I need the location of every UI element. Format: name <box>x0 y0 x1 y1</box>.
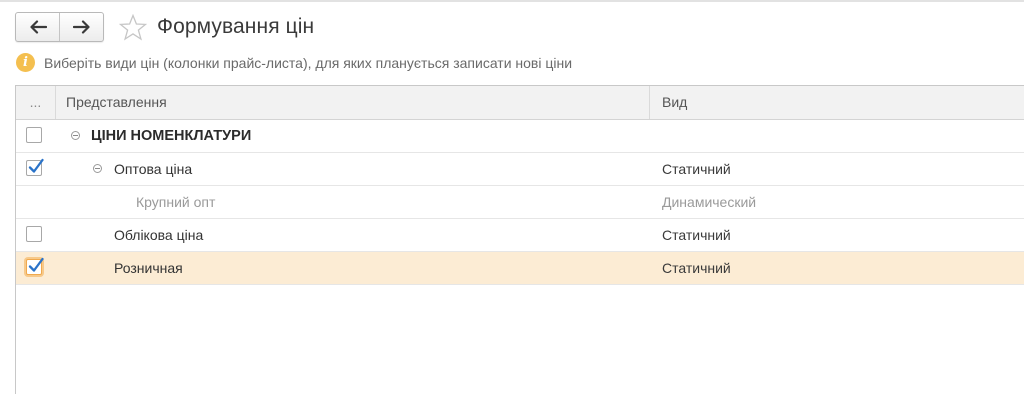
arrow-left-icon <box>29 20 47 34</box>
row-checkbox[interactable] <box>26 257 44 275</box>
window-top-border <box>0 0 1024 2</box>
row-label: Облікова ціна <box>114 227 204 243</box>
row-label: Оптова ціна <box>114 161 193 177</box>
arrow-right-icon <box>72 20 90 34</box>
collapse-icon[interactable] <box>71 131 80 140</box>
favorite-star-icon[interactable] <box>118 12 148 42</box>
navigation-buttons <box>15 12 104 42</box>
row-check-cell <box>16 252 55 284</box>
row-check-cell <box>16 186 55 218</box>
checkmark-icon <box>28 257 44 272</box>
page-title: Формування цін <box>157 15 315 38</box>
row-presentation-cell: ЦІНИ НОМЕНКЛАТУРИ <box>56 120 650 152</box>
row-type-cell: Динамический <box>662 194 757 210</box>
forward-button[interactable] <box>59 13 103 41</box>
row-presentation-cell: Крупний опт <box>56 186 650 218</box>
row-checkbox[interactable] <box>26 127 42 143</box>
back-button[interactable] <box>16 13 59 41</box>
table-row[interactable]: Облікова ціна Статичний <box>16 219 1024 252</box>
row-type-cell: Статичний <box>662 260 731 276</box>
table-row[interactable]: ЦІНИ НОМЕНКЛАТУРИ <box>16 120 1024 153</box>
row-type-cell: Статичний <box>662 161 731 177</box>
row-check-cell <box>16 120 55 152</box>
row-check-cell <box>16 153 55 185</box>
row-check-cell <box>16 219 55 251</box>
row-label: ЦІНИ НОМЕНКЛАТУРИ <box>91 128 252 144</box>
checkmark-icon <box>28 158 44 173</box>
table-row[interactable]: Крупний опт Динамический <box>16 186 1024 219</box>
row-presentation-cell: Розничная <box>56 252 650 284</box>
row-checkbox[interactable] <box>26 226 42 242</box>
row-checkbox[interactable] <box>26 158 44 176</box>
table-row-selected[interactable]: Розничная Статичний <box>16 252 1024 285</box>
column-header-type[interactable]: Вид <box>652 86 1024 119</box>
collapse-icon[interactable] <box>93 164 102 173</box>
table-header: ... Представлення Вид <box>16 86 1024 120</box>
hint-text: Виберіть види цін (колонки прайс-листа),… <box>44 54 573 71</box>
info-icon: i <box>16 53 35 72</box>
hint-message: i Виберіть види цін (колонки прайс-листа… <box>16 53 572 72</box>
row-presentation-cell: Облікова ціна <box>56 219 650 251</box>
row-type-cell: Статичний <box>662 227 731 243</box>
row-presentation-cell: Оптова ціна <box>56 153 650 185</box>
row-type-cell <box>662 120 1022 152</box>
row-label: Крупний опт <box>136 194 216 210</box>
table-row[interactable]: Оптова ціна Статичний <box>16 153 1024 186</box>
row-label: Розничная <box>114 260 183 276</box>
column-header-check[interactable]: ... <box>16 86 56 119</box>
form-header: Формування цін <box>15 11 314 43</box>
column-header-presentation[interactable]: Представлення <box>56 86 650 119</box>
price-types-table: ... Представлення Вид ЦІНИ НОМЕНКЛАТУРИ … <box>15 85 1024 394</box>
